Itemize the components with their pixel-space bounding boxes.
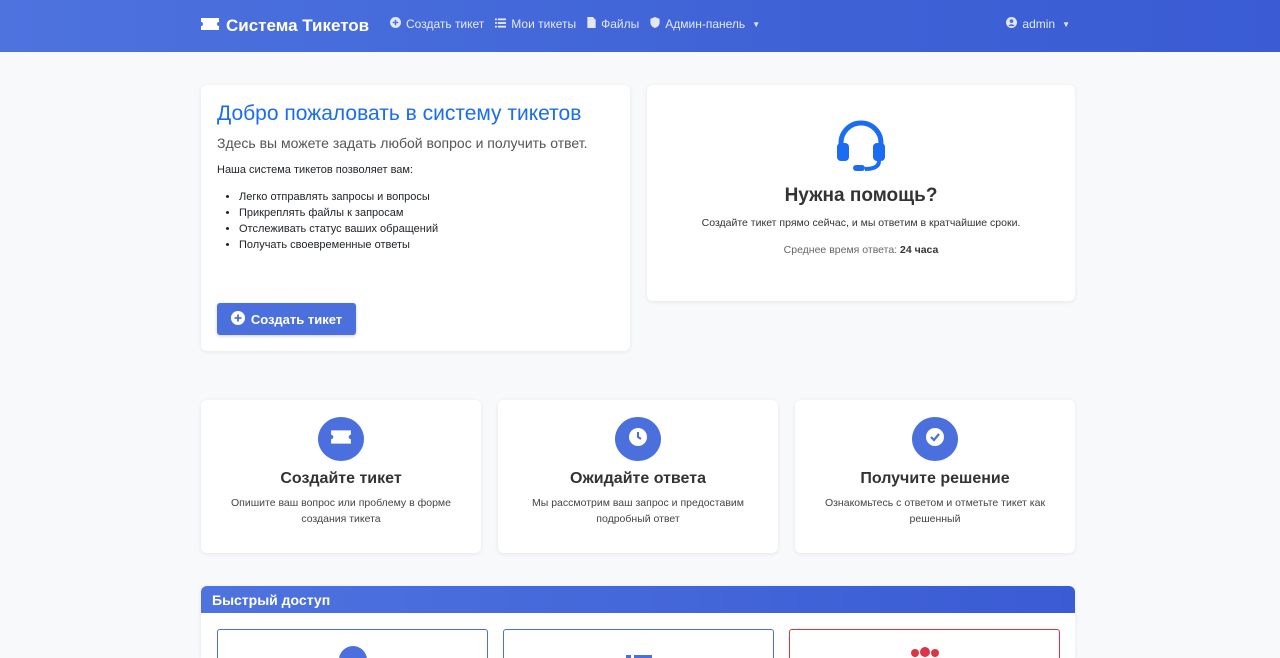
step-icon-circle (318, 417, 364, 461)
quick-access-title: Быстрый доступ (201, 586, 1075, 613)
user-menu[interactable]: admin ▼ (1006, 17, 1070, 31)
help-subtitle: Создайте тикет прямо сейчас, и мы ответи… (701, 217, 1021, 229)
feature-item: Отслеживать статус ваших обращений (239, 221, 614, 237)
plus-circle-icon (390, 17, 401, 31)
welcome-title: Добро пожаловать в систему тикетов (217, 102, 582, 125)
nav-links: Создать тикет Мои тикеты Файлы Админ-пан… (390, 17, 760, 31)
avg-response-time: Среднее время ответа: 24 часа (647, 244, 1075, 256)
step-title: Получите решение (860, 470, 1010, 487)
chevron-down-icon: ▼ (752, 19, 761, 29)
step-text: Ознакомьтесь с ответом и отметьте тикет … (824, 497, 1046, 525)
nav-my-tickets-label: Мои тикеты (511, 17, 577, 31)
user-name: admin (1022, 17, 1056, 31)
avg-response-label: Среднее время ответа: (783, 244, 898, 256)
step-text: Мы рассмотрим ваш запрос и предоставим п… (531, 497, 745, 525)
ticket-icon (330, 429, 352, 450)
list-icon (626, 648, 652, 658)
nav-admin-panel-label: Админ-панель (665, 17, 746, 31)
create-ticket-button-label: Создать тикет (250, 311, 343, 327)
quick-tile-admin[interactable] (789, 629, 1060, 658)
check-circle-icon (925, 427, 945, 452)
feature-item: Прикреплять файлы к запросам (239, 205, 614, 221)
ticket-icon (200, 16, 220, 36)
list-icon (495, 17, 507, 31)
users-icon (910, 645, 940, 658)
clock-icon (628, 427, 648, 452)
step-title: Ожидайте ответа (570, 470, 706, 487)
nav-my-tickets[interactable]: Мои тикеты (495, 17, 576, 31)
avg-response-value: 24 часа (900, 244, 939, 256)
nav-admin-panel[interactable]: Админ-панель ▼ (650, 17, 760, 31)
file-icon (587, 17, 596, 31)
plus-circle-icon (339, 646, 367, 658)
help-card: Нужна помощь? Создайте тикет прямо сейча… (647, 85, 1075, 301)
feature-item: Легко отправлять запросы и вопросы (239, 189, 614, 205)
step-title: Создайте тикет (280, 470, 402, 487)
welcome-lead: Здесь вы можете задать любой вопрос и по… (217, 135, 588, 151)
step-card-wait: Ожидайте ответа Мы рассмотрим ваш запрос… (498, 400, 778, 553)
welcome-card: Добро пожаловать в систему тикетов Здесь… (201, 85, 630, 351)
brand[interactable]: Система Тикетов (200, 14, 369, 38)
plus-circle-icon (230, 310, 245, 328)
nav-files[interactable]: Файлы (587, 17, 639, 31)
nav-create-ticket-label: Создать тикет (406, 17, 485, 31)
headset-icon (833, 117, 889, 178)
create-ticket-button[interactable]: Создать тикет (217, 303, 356, 335)
shield-icon (650, 17, 660, 31)
navbar: Система Тикетов Создать тикет Мои тикеты… (0, 0, 1280, 52)
quick-access-panel: Быстрый доступ (201, 586, 1075, 658)
help-title: Нужна помощь? (784, 185, 938, 206)
welcome-intro: Наша система тикетов позволяет вам: (217, 164, 414, 176)
step-card-create: Создайте тикет Опишите ваш вопрос или пр… (201, 400, 481, 553)
brand-label: Система Тикетов (226, 16, 370, 35)
quick-tile-my-tickets[interactable] (503, 629, 774, 658)
nav-files-label: Файлы (601, 17, 640, 31)
user-circle-icon (1006, 17, 1018, 31)
quick-tile-create[interactable] (217, 629, 488, 658)
feature-item: Получать своевременные ответы (239, 237, 614, 253)
step-text: Опишите ваш вопрос или проблему в форме … (231, 497, 451, 525)
step-card-solution: Получите решение Ознакомьтесь с ответом … (795, 400, 1075, 553)
feature-list: Легко отправлять запросы и вопросы Прикр… (217, 189, 614, 253)
step-icon-circle (912, 417, 958, 461)
step-icon-circle (615, 417, 661, 461)
nav-create-ticket[interactable]: Создать тикет (390, 17, 484, 31)
chevron-down-icon: ▼ (1062, 19, 1070, 29)
